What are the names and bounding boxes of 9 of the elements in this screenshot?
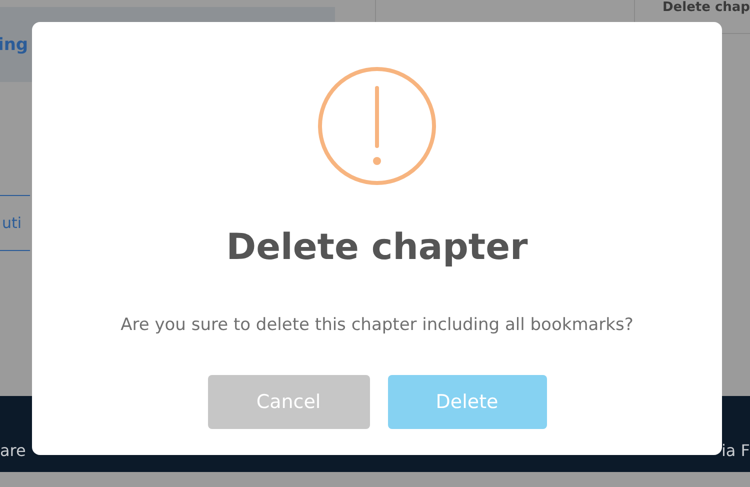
dialog-title: Delete chapter [226,226,528,270]
footer-text: ia F [721,441,750,460]
delete-button[interactable]: Delete [388,375,546,429]
side-button[interactable]: uti [0,195,30,251]
cancel-button[interactable]: Cancel [208,375,370,429]
warning-icon [317,66,437,186]
footer-text: are [0,441,26,460]
dialog-message: Are you sure to delete this chapter including all bookmarks? [120,314,634,337]
column-heading: Delete chap [662,0,750,15]
